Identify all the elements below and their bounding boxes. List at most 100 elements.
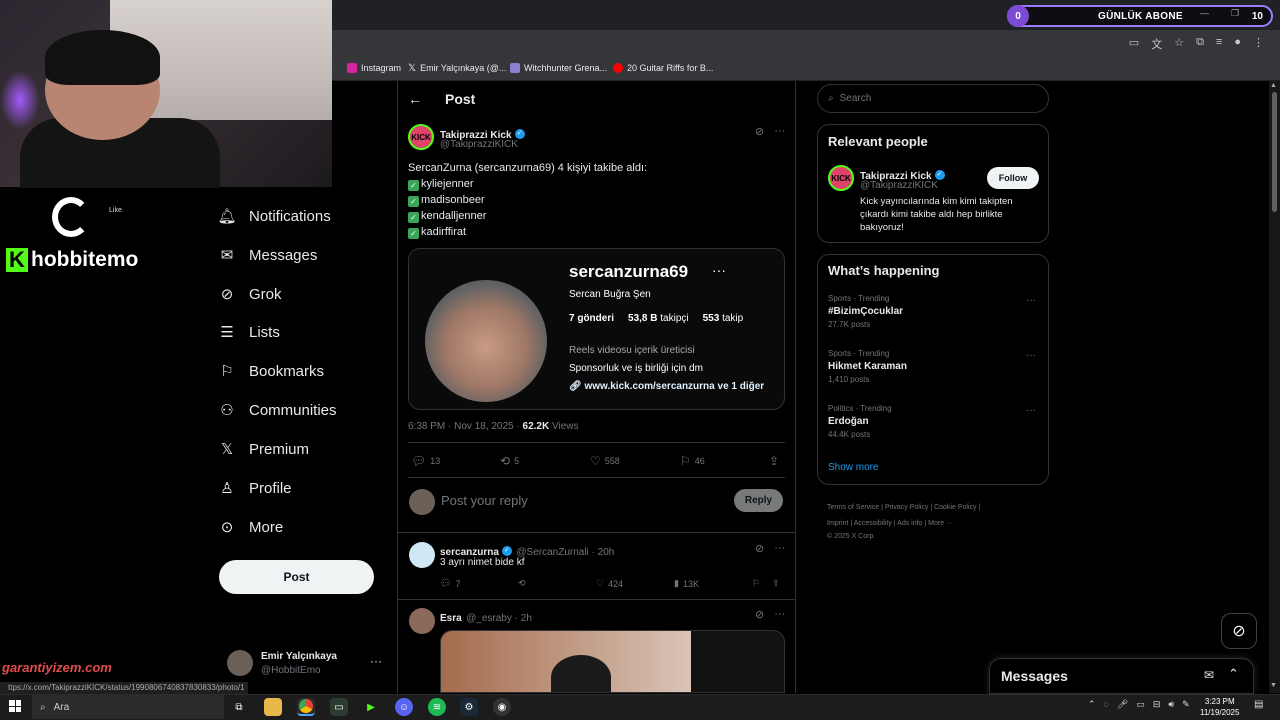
- messages-drawer[interactable]: Messages ✉ ⌃: [989, 658, 1254, 694]
- kick-app-icon[interactable]: ▶: [362, 698, 380, 716]
- reply-reply-action[interactable]: 💬︎ 7: [440, 578, 460, 589]
- person-avatar[interactable]: KICK: [828, 165, 854, 191]
- account-avatar[interactable]: [227, 650, 253, 676]
- post-media-image[interactable]: sercanzurna69 ··· Sercan Buğra Şen 7 gön…: [408, 248, 785, 410]
- minimize-icon[interactable]: —: [1200, 8, 1209, 19]
- post-button[interactable]: Post: [219, 560, 374, 594]
- file-explorer-icon[interactable]: [264, 698, 282, 716]
- star-icon[interactable]: ☆: [1174, 36, 1184, 52]
- follow-button[interactable]: Follow: [987, 167, 1039, 189]
- menu-icon[interactable]: ⋮: [1253, 36, 1264, 52]
- trend-item[interactable]: Sports · Trending #BizimÇocuklar 27.7K p…: [828, 294, 1038, 329]
- trend-item[interactable]: Sports · Trending Hikmet Karaman 1,410 p…: [828, 349, 1038, 384]
- grok-explain-icon[interactable]: ⊘: [755, 542, 764, 555]
- taskbar-clock[interactable]: 3:23 PM 11/19/2025: [1200, 696, 1239, 718]
- browser-toolbar-icons: ▭ 文 ☆ ⧉ ≡ ● ⋮: [1129, 36, 1264, 52]
- scrollbar-thumb[interactable]: [1272, 92, 1277, 212]
- translate-icon[interactable]: 文: [1151, 36, 1162, 52]
- chevron-up-icon[interactable]: ⌃: [1088, 699, 1096, 710]
- trend-item[interactable]: Politics · Trending Erdoğan 44.4K posts: [828, 404, 1038, 439]
- volume-icon[interactable]: 🔊︎: [1168, 699, 1174, 710]
- trend-more-icon[interactable]: ···: [1026, 350, 1036, 361]
- reply-repost-action[interactable]: ⟲: [518, 578, 530, 589]
- person-handle[interactable]: @TakiprazziKICK: [860, 180, 938, 191]
- microphone-icon[interactable]: 🎤︎: [1117, 699, 1128, 710]
- author-handle[interactable]: @TakiprazziKICK: [440, 139, 518, 150]
- back-arrow-icon[interactable]: ←: [408, 91, 422, 107]
- nav-item-bookmarks[interactable]: ⚐ Bookmarks: [218, 352, 388, 390]
- scroll-up-icon[interactable]: ▲: [1270, 82, 1277, 89]
- bookmark-action[interactable]: ⚐ 46: [680, 454, 705, 468]
- discord-icon[interactable]: ☺: [395, 698, 413, 716]
- media-dots: ···: [712, 262, 726, 278]
- scroll-down-icon[interactable]: ▼: [1270, 682, 1277, 689]
- app-tray-icon[interactable]: ◌: [1104, 699, 1109, 710]
- reply-more-icon[interactable]: ···: [774, 542, 785, 555]
- expand-icon[interactable]: ⌃: [1228, 666, 1239, 682]
- windows-start-icon[interactable]: [9, 700, 21, 712]
- grok-explain-icon[interactable]: ⊘: [755, 125, 764, 138]
- reply-media-image[interactable]: [440, 630, 785, 693]
- xbox-icon[interactable]: ▭: [330, 698, 348, 716]
- reply-author-avatar[interactable]: [409, 542, 435, 568]
- like-action[interactable]: ♡ 558: [590, 454, 620, 468]
- grok-explain-icon[interactable]: ⊘: [755, 608, 764, 621]
- taskbar-search[interactable]: ⌕ Ara: [32, 695, 224, 719]
- bookmark-guitar-riffs[interactable]: 20 Guitar Riffs for B...: [613, 62, 713, 74]
- chrome-icon[interactable]: [297, 698, 315, 716]
- network-icon[interactable]: ⊟: [1153, 699, 1161, 710]
- reply-author-handle[interactable]: @_esraby · 2h: [466, 613, 532, 624]
- reply-action[interactable]: 💬︎ 13: [411, 454, 440, 468]
- nav-item-grok[interactable]: ⊘ Grok: [218, 275, 388, 313]
- task-view-icon[interactable]: ⧉: [230, 698, 248, 716]
- bookmark-instagram[interactable]: Instagram: [347, 62, 401, 74]
- repost-action[interactable]: ⟲ 5: [500, 454, 519, 468]
- reply-author-name[interactable]: Esra: [440, 613, 462, 624]
- cast-icon[interactable]: ▭: [1129, 36, 1139, 52]
- check-icon: ✓: [408, 228, 419, 239]
- post-more-icon[interactable]: ···: [774, 125, 785, 138]
- display-icon[interactable]: ▭: [1136, 699, 1145, 710]
- new-message-icon[interactable]: ✉: [1204, 668, 1214, 682]
- trend-more-icon[interactable]: ···: [1026, 295, 1036, 306]
- author-avatar[interactable]: KICK: [408, 124, 434, 150]
- grok-fab-icon[interactable]: ⊘: [1221, 613, 1257, 649]
- reply-author-avatar[interactable]: [409, 608, 435, 634]
- profile-icon[interactable]: ●: [1234, 36, 1241, 52]
- account-name[interactable]: Emir Yalçınkaya: [261, 651, 337, 662]
- nav-item-lists[interactable]: ☰ Lists: [218, 313, 388, 351]
- reply-more-icon[interactable]: ···: [774, 608, 785, 621]
- share-icon[interactable]: ⇪: [772, 578, 780, 589]
- pen-icon[interactable]: ✎: [1182, 699, 1190, 710]
- share-action[interactable]: ⇪: [769, 454, 779, 468]
- account-more-icon[interactable]: ···: [370, 654, 382, 668]
- footer-line[interactable]: Imprint | Accessibility | Ads info | Mor…: [827, 516, 1042, 532]
- restore-icon[interactable]: ❐: [1231, 8, 1239, 19]
- nav-item-communities[interactable]: ⚇ Communities: [218, 391, 388, 429]
- nav-item-profile[interactable]: ♙ Profile: [218, 469, 388, 507]
- steam-icon[interactable]: ⚙: [460, 698, 478, 716]
- nav-item-premium[interactable]: 𝕏 Premium: [218, 430, 388, 468]
- bookmark-icon[interactable]: ⚐: [752, 578, 760, 589]
- reply-button[interactable]: Reply: [734, 489, 783, 512]
- reply-views[interactable]: ▮ 13K: [674, 578, 699, 589]
- obs-icon[interactable]: ◉: [493, 698, 511, 716]
- account-handle[interactable]: @HobbitEmo: [261, 665, 321, 676]
- show-more-link[interactable]: Show more: [828, 462, 879, 473]
- reply-input[interactable]: Post your reply: [441, 493, 528, 508]
- nav-item-notifications[interactable]: 🔔︎ Notifications: [217, 197, 388, 235]
- spotify-icon[interactable]: ≋: [428, 698, 446, 716]
- reply-like-action[interactable]: ♡ 424: [596, 578, 623, 589]
- post-time[interactable]: 6:38 PM · Nov 18, 2025 ·: [408, 421, 523, 432]
- footer-line[interactable]: Terms of Service | Privacy Policy | Cook…: [827, 500, 1042, 516]
- media-icon[interactable]: ≡: [1216, 36, 1222, 52]
- reply-author-handle[interactable]: @SercanZurnali · 20h: [516, 547, 614, 558]
- trend-more-icon[interactable]: ···: [1026, 405, 1036, 416]
- extensions-icon[interactable]: ⧉: [1196, 36, 1204, 52]
- bookmark-witchhunter[interactable]: Witchhunter Grena...: [510, 62, 607, 74]
- nav-item-messages[interactable]: ✉ Messages: [218, 236, 388, 274]
- bookmark-x-profile[interactable]: 𝕏 Emir Yalçınkaya (@...: [408, 62, 506, 74]
- search-input[interactable]: ⌕ Search: [817, 84, 1049, 113]
- notification-center-icon[interactable]: ▤: [1254, 699, 1263, 710]
- nav-item-more[interactable]: ⊙ More: [218, 508, 388, 546]
